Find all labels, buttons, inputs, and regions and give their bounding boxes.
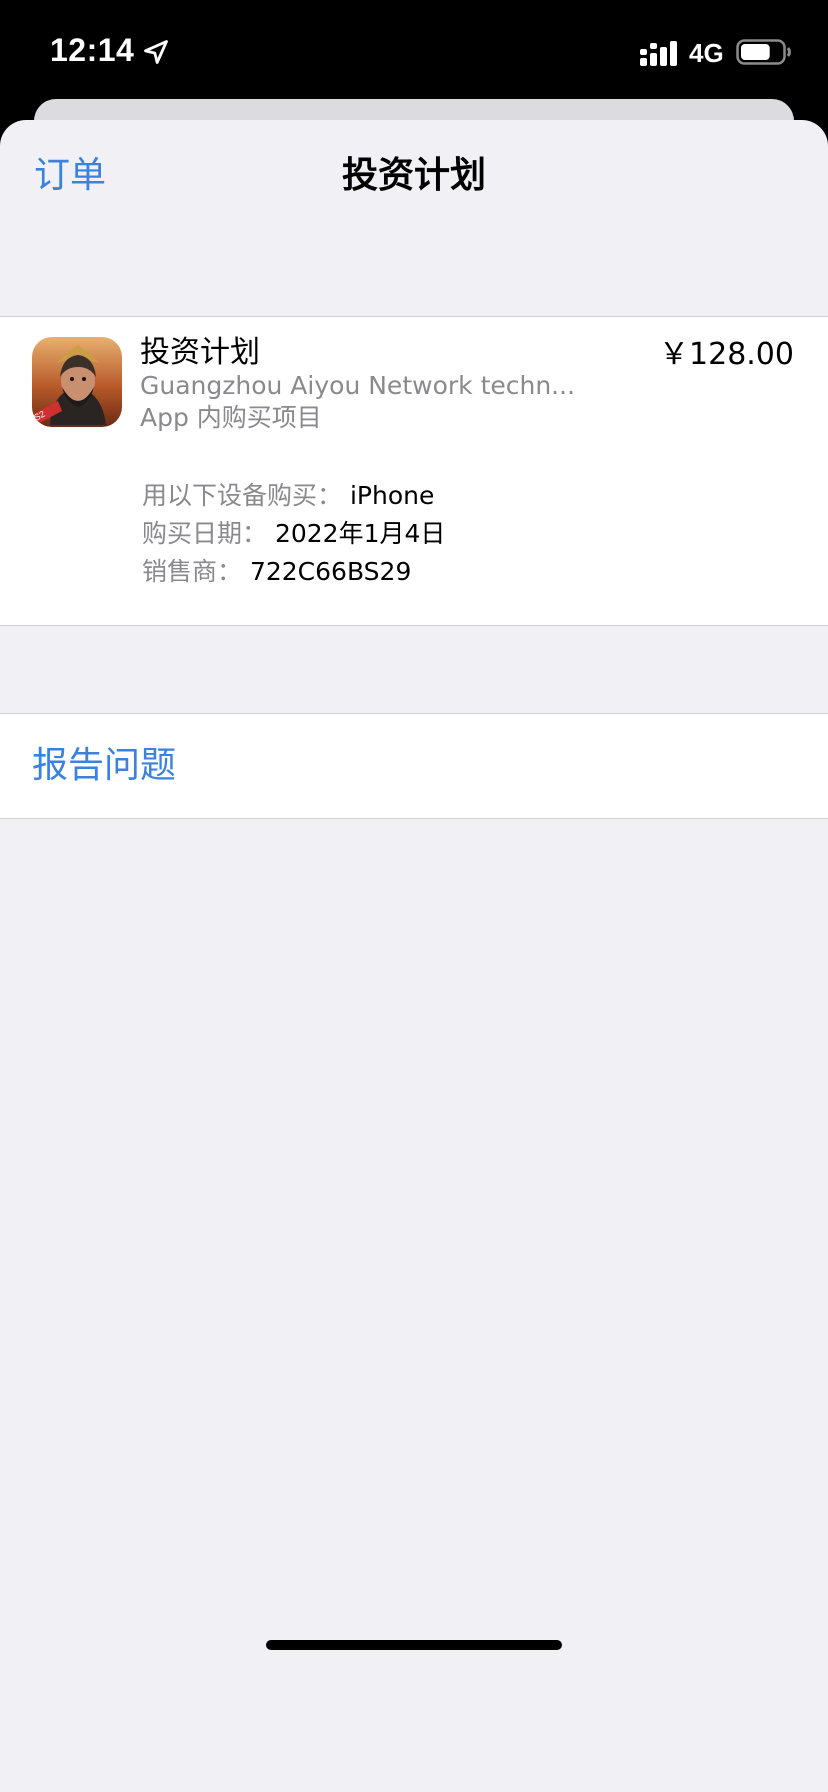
detail-row-device: 用以下设备购买： iPhone	[142, 481, 434, 511]
detail-label: 销售商：	[142, 557, 243, 586]
status-bar: 12:14 4G	[0, 0, 828, 100]
report-problem-cell[interactable]: 报告问题	[0, 713, 828, 819]
detail-row-seller: 销售商： 722C66BS29	[142, 557, 411, 587]
status-time: 12:14	[50, 32, 135, 68]
battery-icon	[736, 39, 791, 65]
order-detail-sheet: 订单 投资计划 S2 投资计划 ￥128.00 Guangzhou Aiyou …	[0, 120, 828, 1792]
page-title: 投资计划	[341, 155, 486, 196]
detail-label: 用以下设备购买：	[142, 481, 343, 510]
detail-value: 722C66BS29	[249, 557, 412, 586]
detail-label: 购买日期：	[142, 519, 268, 548]
location-arrow-icon	[144, 40, 168, 64]
screen: 12:14 4G 订单 投资计划 S2 投资计划 ￥128.00 Guangzh…	[0, 0, 828, 1792]
developer-name: Guangzhou Aiyou Network techn...	[140, 371, 576, 400]
network-label: 4G	[689, 38, 724, 68]
purchase-card: S2 投资计划 ￥128.00 Guangzhou Aiyou Network …	[0, 316, 828, 626]
home-indicator[interactable]	[266, 1640, 562, 1650]
detail-row-date: 购买日期： 2022年1月4日	[142, 519, 445, 549]
app-icon: S2	[32, 337, 122, 427]
price: ￥128.00	[659, 337, 794, 372]
detail-value: iPhone	[349, 481, 435, 510]
purchase-kind: App 内购买项目	[140, 403, 322, 432]
detail-value: 2022年1月4日	[274, 519, 446, 548]
signal-icon	[640, 41, 677, 66]
report-problem-button[interactable]: 报告问题	[32, 746, 176, 786]
app-name: 投资计划	[140, 335, 260, 370]
